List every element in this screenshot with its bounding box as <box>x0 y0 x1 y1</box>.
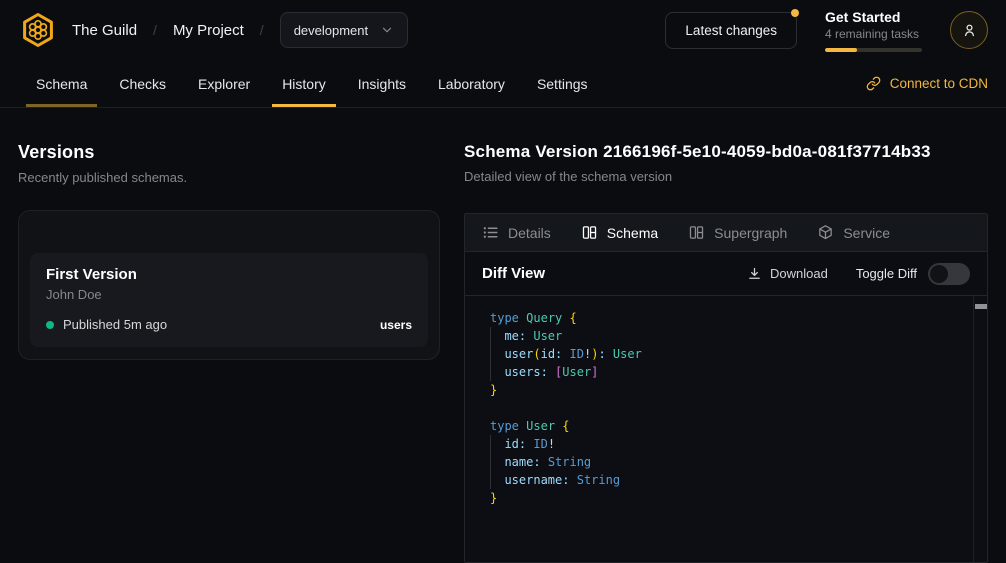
version-detail-card: Details Schema Supergraph Service Diff V… <box>464 213 988 563</box>
download-button[interactable]: Download <box>747 266 828 281</box>
breadcrumb: The Guild / My Project / development <box>72 12 408 48</box>
detail-tab-details[interactable]: Details <box>482 224 551 241</box>
notification-dot <box>791 9 799 17</box>
indent-guide <box>490 327 491 345</box>
download-icon <box>747 266 762 281</box>
breadcrumb-separator: / <box>260 22 264 38</box>
versions-subtitle: Recently published schemas. <box>18 170 440 185</box>
columns-icon <box>688 224 705 241</box>
code-line: type Query { <box>490 309 963 327</box>
versions-list: First Version John Doe Published 5m ago use… <box>18 210 440 360</box>
detail-tab-label: Details <box>508 225 551 241</box>
tab-laboratory[interactable]: Laboratory <box>428 60 515 107</box>
detail-tab-schema[interactable]: Schema <box>581 224 658 241</box>
code-line: } <box>490 489 963 507</box>
indent-guide <box>490 435 491 453</box>
target-nav-tabs: Schema Checks Explorer History Insights Labor… <box>0 60 1006 108</box>
code-line: users: [User] <box>490 363 963 381</box>
tab-history[interactable]: History <box>272 60 336 107</box>
target-selector[interactable]: development <box>280 12 408 48</box>
connect-to-cdn-button[interactable]: Connect to CDN <box>866 60 988 107</box>
toggle-diff-label: Toggle Diff <box>856 266 917 281</box>
code-line: type User { <box>490 417 963 435</box>
detail-tabs: Details Schema Supergraph Service <box>465 214 987 252</box>
toggle-knob <box>930 265 948 283</box>
tab-explorer[interactable]: Explorer <box>188 60 260 107</box>
code-line: } <box>490 381 963 399</box>
version-detail-panel: Schema Version 2166196f-5e10-4059-bd0a-0… <box>464 108 988 563</box>
indent-guide <box>490 345 491 363</box>
versions-title: Versions <box>18 142 440 163</box>
version-name: First Version <box>46 266 412 283</box>
detail-tab-label: Service <box>843 225 890 241</box>
latest-changes-button[interactable]: Latest changes <box>665 12 797 49</box>
diff-view-actions: Download Toggle Diff <box>747 263 970 285</box>
code-line: username: String <box>490 471 963 489</box>
detail-tab-service[interactable]: Service <box>817 224 890 241</box>
breadcrumb-project[interactable]: My Project <box>173 22 244 39</box>
cube-icon <box>817 224 834 241</box>
code-line: me: User <box>490 327 963 345</box>
get-started-subtitle: 4 remaining tasks <box>825 27 922 41</box>
code-line: name: String <box>490 453 963 471</box>
code-line: user(id: ID!): User <box>490 345 963 363</box>
top-bar: The Guild / My Project / development Lat… <box>0 0 1006 60</box>
columns-icon <box>581 224 598 241</box>
breadcrumb-org[interactable]: The Guild <box>72 22 137 39</box>
diff-view-header: Diff View Download Toggle Diff <box>465 252 987 296</box>
version-detail-subtitle: Detailed view of the schema version <box>464 169 988 184</box>
code-line: id: ID! <box>490 435 963 453</box>
nav-tabs: Schema Checks Explorer History Insights Labor… <box>26 60 610 107</box>
version-status: Published 5m ago <box>63 317 167 332</box>
indent-guide <box>490 453 491 471</box>
published-status-dot <box>46 321 54 329</box>
tab-settings[interactable]: Settings <box>527 60 598 107</box>
scrollbar-thumb[interactable] <box>975 304 987 309</box>
detail-tab-label: Supergraph <box>714 225 787 241</box>
service-name-badge: users <box>380 318 412 332</box>
detail-tab-supergraph[interactable]: Supergraph <box>688 224 787 241</box>
tab-insights[interactable]: Insights <box>348 60 416 107</box>
user-avatar-button[interactable] <box>950 11 988 49</box>
download-label: Download <box>770 266 828 281</box>
top-bar-right: Latest changes Get Started 4 remaining t… <box>665 9 988 52</box>
latest-changes-label: Latest changes <box>685 23 777 38</box>
schema-code-editor[interactable]: type Query { me: User user(id: ID!): Use… <box>465 296 987 562</box>
breadcrumb-separator: / <box>153 22 157 38</box>
code-content: type Query { me: User user(id: ID!): Use… <box>465 296 987 517</box>
person-icon <box>961 22 978 39</box>
indent-guide <box>490 363 491 381</box>
get-started-progress-bar <box>825 48 922 52</box>
detail-tab-label: Schema <box>607 225 658 241</box>
code-scrollbar[interactable] <box>973 296 987 562</box>
indent-guide <box>490 471 491 489</box>
version-author: John Doe <box>46 287 412 302</box>
toggle-diff-switch[interactable] <box>928 263 970 285</box>
version-list-item[interactable]: First Version John Doe Published 5m ago use… <box>30 253 428 347</box>
chevron-down-icon <box>380 23 394 37</box>
get-started-progress-fill <box>825 48 857 52</box>
target-selector-value: development <box>294 23 368 38</box>
versions-panel: Versions Recently published schemas. Fir… <box>18 108 440 563</box>
toggle-diff-control: Toggle Diff <box>856 263 970 285</box>
list-icon <box>482 224 499 241</box>
tab-schema[interactable]: Schema <box>26 60 97 107</box>
diff-view-title: Diff View <box>482 265 545 282</box>
main-content: Versions Recently published schemas. Fir… <box>0 108 1006 563</box>
version-detail-title: Schema Version 2166196f-5e10-4059-bd0a-0… <box>464 142 988 162</box>
app-root: The Guild / My Project / development Lat… <box>0 0 1006 563</box>
tab-checks[interactable]: Checks <box>109 60 176 107</box>
get-started-title: Get Started <box>825 9 922 25</box>
code-line <box>490 399 963 417</box>
connect-to-cdn-label: Connect to CDN <box>890 76 988 91</box>
link-icon <box>866 76 881 91</box>
hive-logo-icon[interactable] <box>18 10 58 50</box>
get-started-widget[interactable]: Get Started 4 remaining tasks <box>825 9 922 52</box>
